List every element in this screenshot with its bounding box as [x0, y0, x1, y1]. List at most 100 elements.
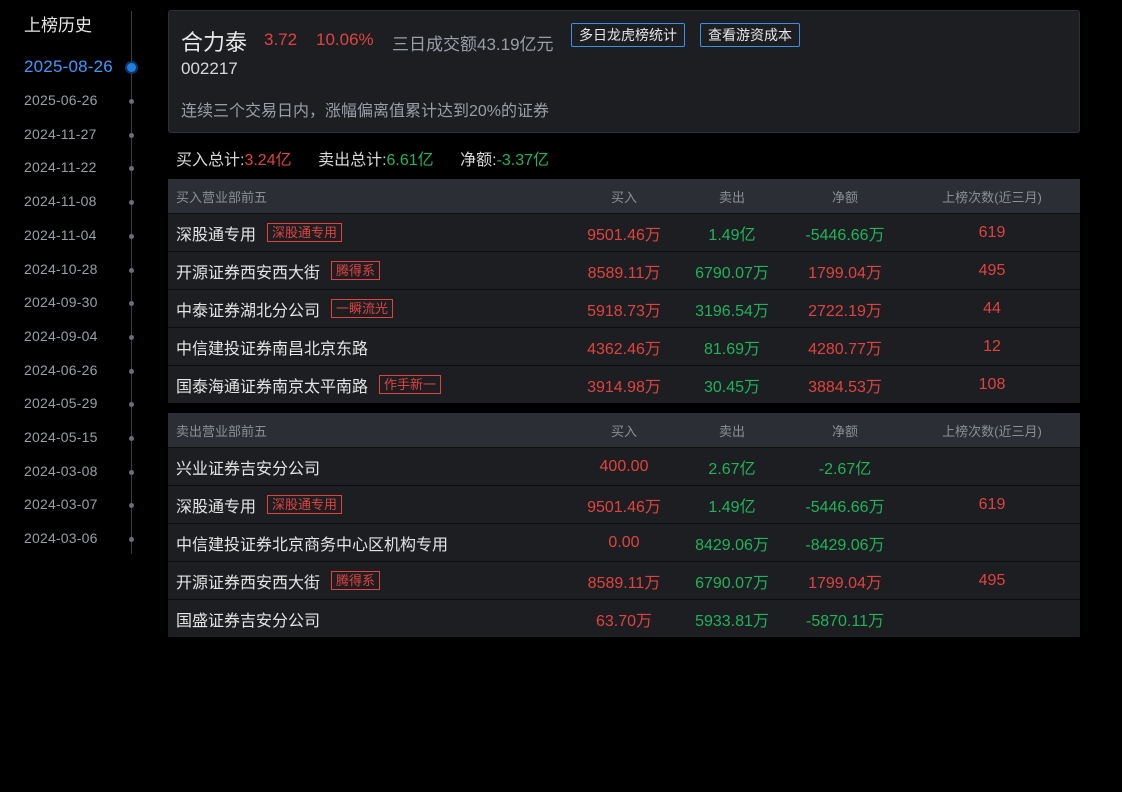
timeline-date-item[interactable]: 2024-11-04 [0, 225, 140, 247]
timeline-dot [129, 436, 134, 441]
stock-code: 002217 [181, 59, 238, 78]
timeline-date-label: 2024-05-29 [24, 395, 98, 412]
timeline-date-label: 2024-09-04 [24, 327, 98, 344]
buy-table-header: 买入营业部前五 买入 卖出 净额 上榜次数(近三月) [168, 179, 1080, 213]
sell-amount-cell: 30.45万 [703, 378, 761, 396]
view-cost-button[interactable]: 查看游资成本 [700, 23, 800, 47]
timeline-date-item[interactable]: 2025-08-26 [0, 57, 140, 79]
table-row[interactable]: 中信建投证券南昌北京东路 4362.46万 81.69万 4280.77万 12 [168, 327, 1080, 365]
broker-name[interactable]: 国泰海通证券南京太平南路 [176, 373, 368, 397]
trader-tag[interactable]: 作手新一 [379, 375, 442, 394]
sell-amount-cell: 1.49亿 [708, 498, 756, 516]
broker-name[interactable]: 深股通专用 [176, 493, 256, 517]
broker-name[interactable]: 开源证券西安西大街 [176, 259, 320, 283]
listing-count-cell: 12 [983, 337, 1001, 355]
net-amount-cell: 1799.04万 [808, 264, 882, 282]
table-row[interactable]: 中信建投证券北京商务中心区机构专用 0.00 8429.06万 -8429.06万 [168, 523, 1080, 561]
listing-count-cell: 619 [978, 223, 1006, 241]
timeline-dot [129, 334, 134, 340]
timeline-dot [129, 132, 134, 138]
listing-count-cell [922, 448, 1062, 485]
broker-name-cell: 兴业证券吉安分公司 [176, 448, 320, 485]
buy-total-label: 买入总计: [176, 152, 245, 169]
trader-tag[interactable]: 一瞬流光 [331, 299, 394, 318]
broker-name-cell: 深股通专用 深股通专用 [176, 214, 343, 251]
col-header-name: 买入营业部前五 [176, 189, 268, 205]
multi-day-stats-button[interactable]: 多日龙虎榜统计 [571, 23, 685, 47]
broker-name[interactable]: 深股通专用 [176, 221, 256, 245]
listing-count-cell [922, 524, 1062, 561]
table-row[interactable]: 国泰海通证券南京太平南路 作手新一 3914.98万 30.45万 3884.53万 10… [168, 365, 1080, 403]
timeline-date-item[interactable]: 2024-11-08 [0, 191, 140, 213]
table-row[interactable]: 深股通专用 深股通专用 9501.46万 1.49亿 -5446.66万 619 [168, 213, 1080, 251]
timeline-date-item[interactable]: 2024-03-06 [0, 528, 140, 550]
timeline-date-item[interactable]: 2025-06-26 [0, 90, 140, 112]
timeline-dot [129, 99, 134, 104]
timeline-date-item[interactable]: 2024-10-28 [0, 259, 140, 281]
broker-name[interactable]: 中泰证券湖北分公司 [176, 297, 320, 321]
trader-tag[interactable]: 深股通专用 [267, 223, 343, 242]
three-day-turnover: 三日成交额43.19亿元 [392, 35, 554, 54]
sell-total-value: 6.61亿 [386, 152, 434, 169]
net-total-label: 净额: [460, 152, 497, 169]
buy-amount-cell: 4362.46万 [587, 340, 661, 358]
sell-amount-cell: 6790.07万 [695, 574, 769, 592]
sell-table-header: 卖出营业部前五 买入 卖出 净额 上榜次数(近三月) [168, 413, 1080, 447]
timeline-dot [129, 537, 134, 543]
timeline-date-label: 2024-05-15 [24, 429, 98, 445]
timeline-date-label: 2024-11-04 [24, 226, 97, 243]
col-header-sell: 卖出 [718, 189, 745, 205]
broker-name[interactable]: 中信建投证券南昌北京东路 [176, 335, 368, 359]
timeline-date-label: 2024-11-22 [24, 159, 97, 176]
timeline-date-label: 2024-06-26 [24, 361, 98, 378]
timeline-date-item[interactable]: 2024-05-15 [0, 427, 140, 449]
table-row[interactable]: 开源证券西安西大街 腾得系 8589.11万 6790.07万 1799.04万 495 [168, 561, 1080, 599]
timeline-date-item[interactable]: 2024-03-08 [0, 461, 140, 483]
timeline-dot [127, 63, 136, 72]
timeline-date-item[interactable]: 2024-03-07 [0, 494, 140, 516]
timeline-date-label: 2024-09-30 [24, 294, 98, 311]
table-row[interactable]: 开源证券西安西大街 腾得系 8589.11万 6790.07万 1799.04万 495 [168, 251, 1080, 289]
broker-name[interactable]: 国盛证券吉安分公司 [176, 607, 320, 631]
table-row[interactable]: 深股通专用 深股通专用 9501.46万 1.49亿 -5446.66万 619 [168, 485, 1080, 523]
table-row[interactable]: 中泰证券湖北分公司 一瞬流光 5918.73万 3196.54万 2722.19万 44 [168, 289, 1080, 327]
broker-name[interactable]: 开源证券西安西大街 [176, 569, 320, 593]
broker-name-cell: 深股通专用 深股通专用 [176, 486, 343, 523]
listing-count-cell: 108 [978, 375, 1006, 393]
stock-name: 合力泰 [181, 30, 248, 55]
timeline-date-item[interactable]: 2024-09-30 [0, 292, 140, 314]
buy-amount-cell: 3914.98万 [587, 378, 661, 396]
net-amount-cell: 2722.19万 [808, 302, 882, 320]
timeline-date-item[interactable]: 2024-11-27 [0, 124, 140, 146]
sell-amount-cell: 8429.06万 [695, 536, 769, 554]
stock-change-pct: 10.06% [316, 30, 374, 49]
sell-total-label: 卖出总计: [318, 152, 387, 169]
timeline-date-item[interactable]: 2024-05-29 [0, 393, 140, 415]
broker-name-cell: 中泰证券湖北分公司 一瞬流光 [176, 290, 394, 327]
trader-tag[interactable]: 腾得系 [331, 261, 381, 280]
sell-amount-cell: 2.67亿 [708, 460, 756, 478]
timeline-dot [129, 368, 134, 374]
timeline-date-label: 2024-11-27 [24, 125, 97, 142]
net-amount-cell: -5446.66万 [805, 226, 885, 244]
trader-tag[interactable]: 深股通专用 [267, 495, 343, 514]
table-row[interactable]: 国盛证券吉安分公司 63.70万 5933.81万 -5870.11万 [168, 599, 1080, 637]
sell-table: 卖出营业部前五 买入 卖出 净额 上榜次数(近三月) 兴业证券吉安分公司 400.… [168, 413, 1080, 637]
col-header-net: 净额 [831, 423, 858, 439]
timeline-date-item[interactable]: 2024-09-04 [0, 326, 140, 348]
timeline-date-item[interactable]: 2024-11-22 [0, 157, 140, 179]
timeline-dot [129, 402, 134, 408]
timeline-date-item[interactable]: 2024-06-26 [0, 360, 140, 382]
sell-amount-cell: 6790.07万 [695, 264, 769, 282]
net-amount-cell: 3884.53万 [808, 378, 882, 396]
col-header-count: 上榜次数(近三月) [942, 189, 1042, 205]
net-total-value: -3.37亿 [496, 152, 550, 169]
trader-tag[interactable]: 腾得系 [331, 571, 381, 590]
broker-name[interactable]: 兴业证券吉安分公司 [176, 455, 320, 479]
broker-name[interactable]: 中信建投证券北京商务中心区机构专用 [176, 531, 448, 555]
buy-table: 买入营业部前五 买入 卖出 净额 上榜次数(近三月) 深股通专用 深股通专用 950… [168, 179, 1080, 403]
broker-name-cell: 中信建投证券南昌北京东路 [176, 328, 368, 365]
col-header-count: 上榜次数(近三月) [942, 423, 1042, 439]
timeline-date-label: 2025-06-26 [24, 92, 98, 108]
table-row[interactable]: 兴业证券吉安分公司 400.00 2.67亿 -2.67亿 [168, 447, 1080, 485]
